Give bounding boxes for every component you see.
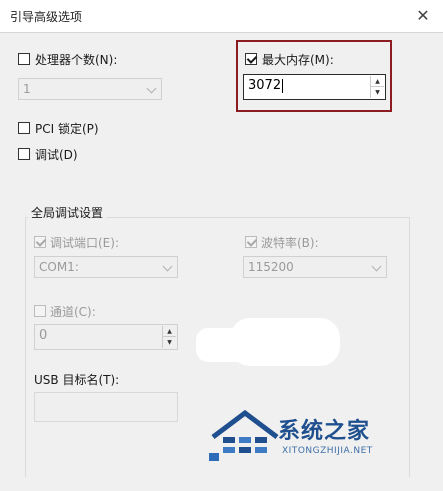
max-memory-input[interactable]: 3072 ▲ ▼: [243, 74, 386, 100]
text-caret: [282, 78, 284, 93]
chevron-down-icon: [146, 83, 157, 94]
processors-select[interactable]: 1: [18, 78, 162, 100]
debug-port-select[interactable]: COM1:: [34, 256, 178, 278]
usb-target-label: USB 目标名(T):: [34, 373, 120, 387]
spin-up-icon[interactable]: ▲: [370, 76, 384, 87]
max-memory-checkbox[interactable]: [245, 53, 257, 65]
spin-up-icon[interactable]: ▲: [162, 326, 176, 337]
usb-target-input[interactable]: [34, 392, 178, 422]
channel-spinner: ▲ ▼: [162, 326, 176, 348]
spin-down-icon[interactable]: ▼: [370, 87, 384, 98]
global-debug-title: 全局调试设置: [28, 204, 107, 221]
pci-lock-label: PCI 锁定(P): [35, 122, 99, 136]
pci-lock-checkbox[interactable]: [18, 122, 30, 134]
debug-checkbox[interactable]: [18, 148, 30, 160]
processors-label: 处理器个数(N):: [35, 53, 118, 67]
processors-checkbox[interactable]: [18, 53, 30, 65]
max-memory-label: 最大内存(M):: [262, 53, 334, 67]
baud-rate-checkbox[interactable]: [245, 236, 257, 248]
window-title: 引导高级选项: [10, 10, 83, 24]
chevron-down-icon: [162, 261, 173, 272]
obscured-area: [230, 318, 340, 366]
title-bar: 引导高级选项 ✕: [0, 0, 443, 33]
channel-input[interactable]: 0 ▲ ▼: [34, 324, 178, 350]
channel-checkbox[interactable]: [34, 305, 46, 317]
debug-port-checkbox[interactable]: [34, 236, 46, 248]
baud-rate-select[interactable]: 115200: [243, 256, 387, 278]
close-icon[interactable]: ✕: [411, 4, 435, 28]
processors-value: 1: [23, 82, 31, 96]
max-memory-value: 3072: [248, 78, 282, 93]
max-memory-spinner: ▲ ▼: [370, 76, 384, 98]
baud-rate-value: 115200: [248, 260, 294, 274]
chevron-down-icon: [371, 261, 382, 272]
channel-label: 通道(C):: [50, 305, 96, 319]
watermark-brand: 系统之家: [278, 418, 371, 444]
debug-port-label: 调试端口(E):: [50, 236, 119, 250]
spin-down-icon[interactable]: ▼: [162, 337, 176, 348]
watermark-url: XITONGZHIJIA.NET: [282, 446, 373, 456]
debug-label: 调试(D): [35, 148, 78, 162]
channel-value: 0: [39, 328, 48, 343]
baud-rate-label: 波特率(B):: [261, 236, 319, 250]
debug-port-value: COM1:: [39, 260, 79, 274]
